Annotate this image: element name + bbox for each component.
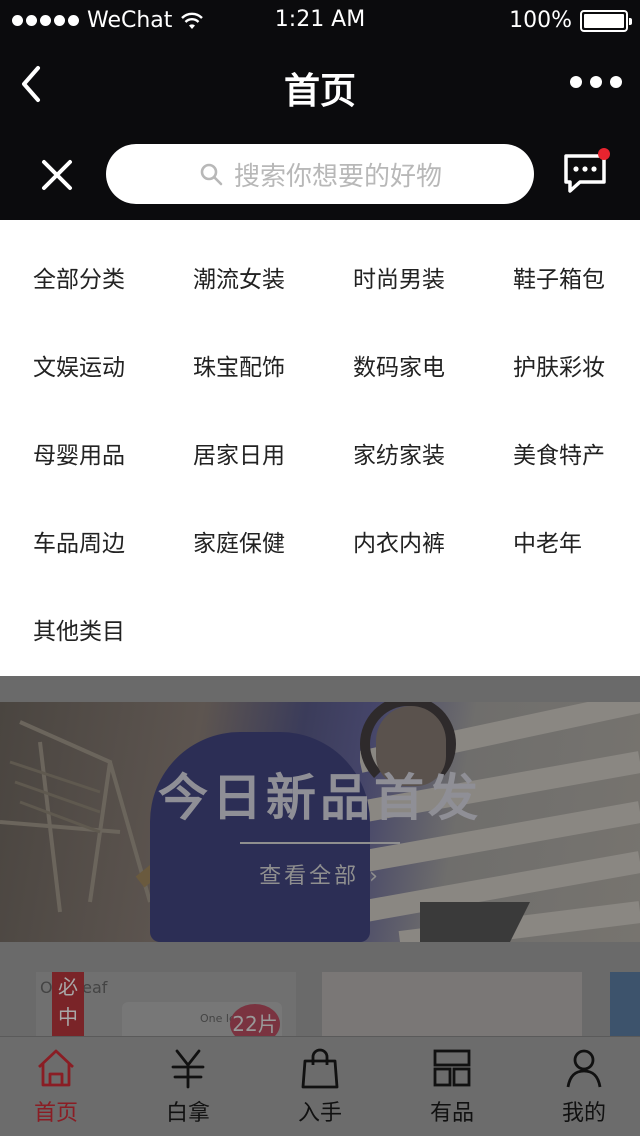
- category-baby[interactable]: 母婴用品: [33, 436, 125, 470]
- more-icon[interactable]: [570, 76, 622, 88]
- must-win-badge: 必中: [52, 972, 84, 1036]
- search-icon: [200, 163, 223, 186]
- grid-icon: [433, 1049, 471, 1087]
- category-elderly[interactable]: 中老年: [513, 524, 582, 558]
- category-digital[interactable]: 数码家电: [353, 348, 445, 382]
- battery-icon: [580, 9, 632, 32]
- category-home-textile[interactable]: 家纺家装: [353, 436, 445, 470]
- category-household[interactable]: 居家日用: [193, 436, 285, 470]
- category-beauty[interactable]: 护肤彩妆: [513, 348, 605, 382]
- nav-bar: 首页: [0, 40, 640, 130]
- category-sports[interactable]: 文娱运动: [33, 348, 125, 382]
- home-icon: [38, 1049, 74, 1087]
- tab-free[interactable]: 白拿: [143, 1047, 233, 1127]
- tab-bar: 首页 白拿 入手 有品 我的: [0, 1036, 640, 1136]
- category-women[interactable]: 潮流女装: [193, 260, 285, 294]
- category-shoes-bags[interactable]: 鞋子箱包: [513, 260, 605, 294]
- search-placeholder: 搜索你想要的好物: [233, 161, 442, 192]
- category-panel: 全部分类 潮流女装 时尚男装 鞋子箱包 文娱运动 珠宝配饰 数码家电 护肤彩妆 …: [0, 220, 640, 676]
- tab-picks[interactable]: 有品: [407, 1047, 497, 1127]
- category-other[interactable]: 其他类目: [33, 612, 125, 646]
- notification-dot: [598, 148, 610, 160]
- new-arrivals-banner[interactable]: 今日新品首发 查看全部 ›: [0, 702, 640, 942]
- tab-profile[interactable]: 我的: [539, 1047, 629, 1127]
- category-health[interactable]: 家庭保健: [193, 524, 285, 558]
- close-icon[interactable]: [36, 154, 78, 196]
- category-men[interactable]: 时尚男装: [353, 260, 445, 294]
- user-icon: [566, 1049, 602, 1088]
- search-bar: 搜索你想要的好物: [0, 130, 640, 220]
- category-underwear[interactable]: 内衣内裤: [353, 524, 445, 558]
- banner-headline: 今日新品首发: [158, 769, 482, 827]
- yen-icon: [171, 1049, 205, 1089]
- tab-buy[interactable]: 入手: [275, 1047, 365, 1127]
- banner-divider: [240, 842, 400, 844]
- search-input[interactable]: 搜索你想要的好物: [106, 144, 534, 204]
- view-all-link[interactable]: 查看全部 ›: [0, 858, 640, 890]
- shopping-bag-icon: [301, 1048, 339, 1089]
- category-all[interactable]: 全部分类: [33, 260, 125, 294]
- category-car[interactable]: 车品周边: [33, 524, 125, 558]
- category-jewelry[interactable]: 珠宝配饰: [193, 348, 285, 382]
- battery-percent: 100%: [509, 8, 572, 33]
- page-title: 首页: [283, 71, 356, 112]
- status-bar: WeChat 1:21 AM 100%: [0, 0, 640, 40]
- tab-home[interactable]: 首页: [11, 1047, 101, 1127]
- category-food[interactable]: 美食特产: [513, 436, 605, 470]
